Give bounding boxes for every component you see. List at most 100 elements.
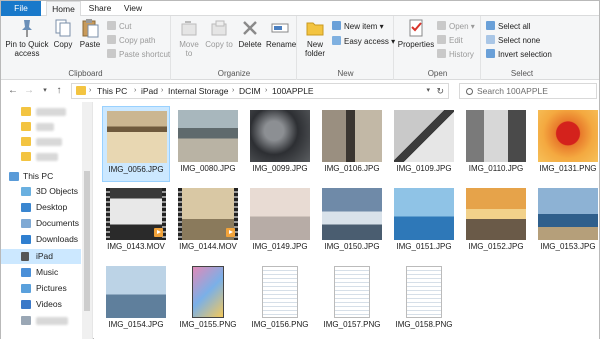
desktop-icon (21, 203, 31, 212)
quick-access-item[interactable] (1, 104, 81, 119)
pin-to-quick-access-button[interactable]: Pin to Quick access (5, 18, 49, 58)
breadcrumb-ipad[interactable]: iPad (141, 84, 158, 98)
file-item[interactable]: IMG_0110.JPG (462, 106, 530, 182)
paste-icon (80, 18, 100, 38)
breadcrumb-100apple[interactable]: 100APPLE (272, 84, 314, 98)
breadcrumb-this-pc[interactable]: This PC (97, 84, 127, 98)
file-item[interactable]: IMG_0153.JPG (534, 184, 600, 260)
move-to-button[interactable]: Move to (175, 18, 203, 58)
quick-access-item[interactable] (1, 119, 81, 134)
recent-locations-chevron-icon[interactable]: ▾ (39, 84, 51, 98)
new-item-label: New item (344, 22, 378, 31)
copy-to-button[interactable]: Copy to (205, 18, 233, 49)
refresh-icon[interactable]: ↻ (436, 84, 444, 98)
paste-button[interactable]: Paste (77, 18, 103, 49)
rename-icon (270, 18, 290, 38)
back-arrow-icon[interactable]: ← (7, 84, 19, 98)
file-item[interactable]: IMG_0154.JPG (102, 262, 170, 338)
quick-access-item[interactable] (1, 149, 81, 164)
edit-button[interactable]: Edit (437, 35, 463, 46)
forward-arrow-icon[interactable]: → (23, 84, 35, 98)
file-item[interactable]: IMG_0158.PNG (390, 262, 458, 338)
properties-button[interactable]: Properties (397, 18, 435, 49)
breadcrumb-internal-storage[interactable]: Internal Storage (168, 84, 228, 98)
delete-button[interactable]: Delete (236, 18, 264, 49)
copy-to-label: Copy to (205, 40, 233, 49)
address-bar[interactable]: › This PC › iPad › Internal Storage › DC… (71, 83, 449, 99)
breadcrumb-dcim[interactable]: DCIM (239, 84, 261, 98)
open-button[interactable]: Open ▾ (437, 21, 475, 32)
select-group-label: Select (510, 69, 534, 78)
file-item[interactable]: IMG_0131.PNG (534, 106, 600, 182)
chevron-right-icon: › (232, 87, 235, 94)
file-item[interactable]: IMG_0156.PNG (246, 262, 314, 338)
documents-icon (21, 219, 31, 228)
sidebar-item-3d-objects[interactable]: 3D Objects (1, 184, 81, 199)
file-item[interactable]: IMG_0099.JPG (246, 106, 314, 182)
file-item[interactable]: IMG_0080.JPG (174, 106, 242, 182)
file-item[interactable]: IMG_0143.MOV (102, 184, 170, 260)
organize-group: Move to Copy to Delete Rename Organize (172, 16, 297, 80)
easy-access-button[interactable]: Easy access ▾ (332, 36, 395, 47)
sidebar-item-music[interactable]: Music (1, 265, 81, 280)
select-all-button[interactable]: Select all (486, 21, 530, 32)
history-button[interactable]: History (437, 49, 474, 60)
download-icon (21, 235, 31, 244)
history-label: History (449, 50, 474, 59)
address-dropdown-icon[interactable]: ▾ (426, 84, 430, 98)
sidebar-item-documents[interactable]: Documents (1, 216, 81, 231)
rename-button[interactable]: Rename (266, 18, 297, 49)
file-item[interactable]: IMG_0155.PNG (174, 262, 242, 338)
file-item[interactable]: IMG_0149.JPG (246, 184, 314, 260)
file-name: IMG_0149.JPG (252, 242, 308, 251)
tab-view[interactable]: View (119, 1, 147, 16)
sidebar-item-drive[interactable] (1, 313, 81, 328)
file-name: IMG_0156.PNG (251, 320, 309, 329)
chevron-right-icon: › (161, 87, 164, 94)
file-name: IMG_0056.JPG (108, 165, 164, 174)
sidebar-item-this-pc[interactable]: This PC (1, 169, 81, 184)
sidebar-item-desktop[interactable]: Desktop (1, 200, 81, 215)
select-none-button[interactable]: Select none (486, 35, 540, 46)
search-input[interactable]: Search 100APPLE (459, 83, 597, 99)
file-name: IMG_0151.JPG (396, 242, 452, 251)
paste-shortcut-label: Paste shortcut (119, 50, 171, 59)
navigation-pane: This PC 3D Objects Desktop Documents Dow… (1, 102, 93, 339)
new-group: New folder New item ▾ Easy access ▾ New (298, 16, 395, 80)
file-item[interactable]: IMG_0056.JPG (102, 106, 170, 182)
music-icon (21, 268, 31, 277)
tab-share[interactable]: Share (85, 1, 115, 16)
cut-button[interactable]: Cut (107, 21, 131, 32)
file-item[interactable]: IMG_0109.JPG (390, 106, 458, 182)
sidebar-item-videos[interactable]: Videos (1, 297, 81, 312)
properties-icon (406, 18, 426, 38)
copy-path-icon (107, 35, 116, 44)
easy-access-icon (332, 36, 341, 45)
copy-button[interactable]: Copy (51, 18, 75, 49)
photo-thumbnail (538, 188, 598, 240)
tab-home[interactable]: Home (46, 1, 81, 17)
sidebar-item-ipad[interactable]: iPad (1, 249, 81, 264)
copy-path-button[interactable]: Copy path (107, 35, 155, 46)
new-item-button[interactable]: New item ▾ (332, 21, 384, 32)
edit-label: Edit (449, 36, 463, 45)
file-item[interactable]: IMG_0150.JPG (318, 184, 386, 260)
up-arrow-icon[interactable]: ↑ (53, 84, 65, 98)
file-name: IMG_0131.PNG (539, 164, 597, 173)
quick-access-item[interactable] (1, 134, 81, 149)
nav-scrollbar-thumb[interactable] (84, 171, 90, 311)
sidebar-item-downloads[interactable]: Downloads (1, 232, 81, 247)
rename-label: Rename (266, 40, 297, 49)
file-name: IMG_0144.MOV (179, 242, 237, 251)
file-item[interactable]: IMG_0144.MOV (174, 184, 242, 260)
ribbon-tabbar: File Home Share View (1, 1, 599, 77)
paste-shortcut-button[interactable]: Paste shortcut (107, 49, 170, 60)
sidebar-item-pictures[interactable]: Pictures (1, 281, 81, 296)
file-item[interactable]: IMG_0151.JPG (390, 184, 458, 260)
file-item[interactable]: IMG_0106.JPG (318, 106, 386, 182)
invert-selection-button[interactable]: Invert selection (486, 49, 552, 60)
file-item[interactable]: IMG_0157.PNG (318, 262, 386, 338)
file-item[interactable]: IMG_0152.JPG (462, 184, 530, 260)
select-all-label: Select all (498, 22, 531, 31)
new-folder-button[interactable]: New folder (300, 18, 330, 58)
